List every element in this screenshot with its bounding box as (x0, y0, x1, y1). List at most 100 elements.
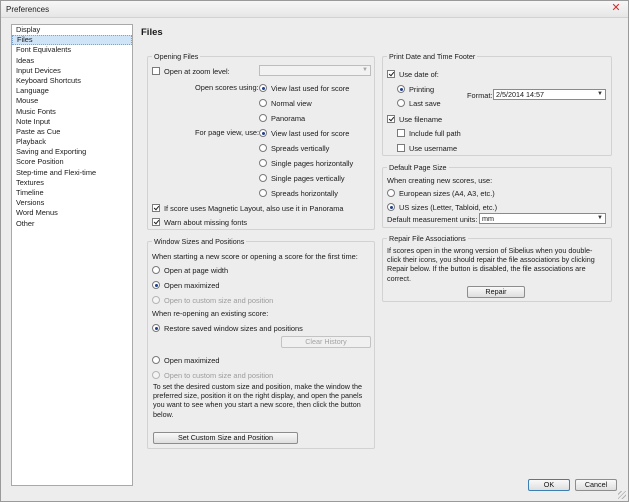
for-page-view-label: For page view, use: (195, 128, 260, 137)
check-icon[interactable] (387, 115, 395, 124)
new-score-heading: When starting a new score or opening a s… (152, 252, 358, 261)
new-score-option-0[interactable]: Open at page width (152, 265, 228, 275)
magnetic-layout-checkbox[interactable]: If score uses Magnetic Layout, also use … (152, 203, 344, 213)
radio-icon[interactable] (259, 84, 267, 93)
check-icon[interactable] (397, 129, 405, 138)
page-size-option-us[interactable]: US sizes (Letter, Tabloid, etc.) (387, 202, 497, 212)
sidebar-item-language[interactable]: Language (12, 86, 132, 96)
custom-size-instructions: To set the desired custom size and posit… (153, 382, 363, 419)
radio-icon[interactable] (259, 159, 267, 168)
repair-text: If scores open in the wrong version of S… (387, 246, 595, 283)
radio-icon[interactable] (259, 99, 267, 108)
sidebar-item-files[interactable]: Files (12, 35, 132, 46)
sidebar-item-textures[interactable]: Textures (12, 178, 132, 188)
radio-icon[interactable] (152, 356, 160, 365)
sidebar-item-step-time-and-flexi-time[interactable]: Step-time and Flexi-time (12, 168, 132, 178)
sidebar-item-timeline[interactable]: Timeline (12, 188, 132, 198)
radio-icon[interactable] (152, 324, 160, 333)
clear-history-button[interactable]: Clear History (281, 336, 371, 348)
open-scores-option-0[interactable]: View last used for score (259, 83, 349, 93)
sidebar-item-input-devices[interactable]: Input Devices (12, 66, 132, 76)
check-icon[interactable] (387, 70, 395, 79)
page-view-option-2[interactable]: Single pages horizontally (259, 158, 353, 168)
cancel-button[interactable]: Cancel (575, 479, 617, 491)
radio-icon[interactable] (259, 144, 267, 153)
sidebar-item-paste-as-cue[interactable]: Paste as Cue (12, 127, 132, 137)
reopen-option-1[interactable]: Open maximized (152, 355, 219, 365)
page-view-option-4[interactable]: Spreads horizontally (259, 188, 338, 198)
units-dropdown[interactable]: mm ▼ (479, 213, 606, 224)
chevron-down-icon: ▼ (362, 67, 368, 73)
check-icon[interactable] (152, 218, 160, 227)
radio-icon[interactable] (387, 189, 395, 198)
open-at-zoom-checkbox[interactable]: Open at zoom level: (152, 66, 230, 76)
repair-legend: Repair File Associations (387, 234, 468, 243)
new-score-option-1[interactable]: Open maximized (152, 280, 219, 290)
reopen-heading: When re-opening an existing score: (152, 309, 269, 318)
sidebar-item-display[interactable]: Display (12, 25, 132, 35)
sidebar-item-saving-and-exporting[interactable]: Saving and Exporting (12, 147, 132, 157)
sidebar-item-score-position[interactable]: Score Position (12, 157, 132, 167)
sidebar-item-versions[interactable]: Versions (12, 198, 132, 208)
radio-icon[interactable] (152, 281, 160, 290)
window-sizes-legend: Window Sizes and Positions (152, 237, 247, 246)
include-full-path-checkbox[interactable]: Include full path (397, 128, 461, 138)
sidebar-item-playback[interactable]: Playback (12, 137, 132, 147)
sidebar-item-word-menus[interactable]: Word Menus (12, 208, 132, 218)
page-view-option-0[interactable]: View last used for score (259, 128, 349, 138)
title-bar: Preferences ✕ (1, 1, 628, 18)
format-dropdown[interactable]: 2/5/2014 14:57 ▼ (493, 89, 606, 100)
date-option-last-save[interactable]: Last save (397, 98, 441, 108)
reopen-option-2[interactable]: Open to custom size and position (152, 370, 273, 380)
format-label: Format: (467, 91, 493, 100)
ok-button[interactable]: OK (528, 479, 570, 491)
set-custom-size-button[interactable]: Set Custom Size and Position (153, 432, 298, 444)
sidebar-item-note-input[interactable]: Note Input (12, 117, 132, 127)
units-label: Default measurement units: (387, 215, 478, 224)
page-size-option-european[interactable]: European sizes (A4, A3, etc.) (387, 188, 495, 198)
open-scores-using-label: Open scores using: (195, 83, 259, 92)
radio-icon[interactable] (259, 114, 267, 123)
date-option-printing[interactable]: Printing (397, 84, 434, 94)
print-footer-legend: Print Date and Time Footer (387, 52, 478, 61)
radio-icon[interactable] (152, 266, 160, 275)
open-scores-option-2[interactable]: Panorama (259, 113, 305, 123)
radio-icon[interactable] (259, 129, 267, 138)
use-date-of-checkbox[interactable]: Use date of: (387, 69, 439, 79)
zoom-level-dropdown[interactable]: ▼ (259, 65, 371, 76)
sidebar-item-keyboard-shortcuts[interactable]: Keyboard Shortcuts (12, 76, 132, 86)
category-list[interactable]: Display Files Font Equivalents Ideas Input D… (11, 24, 133, 486)
page-view-option-1[interactable]: Spreads vertically (259, 143, 329, 153)
sidebar-item-ideas[interactable]: Ideas (12, 56, 132, 66)
radio-icon[interactable] (152, 371, 160, 380)
open-at-zoom-check[interactable] (152, 67, 160, 76)
radio-icon[interactable] (259, 189, 267, 198)
resize-grip-icon[interactable] (618, 491, 626, 499)
radio-icon[interactable] (152, 296, 160, 305)
radio-icon[interactable] (397, 85, 405, 94)
page-size-heading: When creating new scores, use: (387, 176, 493, 185)
radio-icon[interactable] (259, 174, 267, 183)
sidebar-item-font-equivalents[interactable]: Font Equivalents (12, 45, 132, 55)
use-username-checkbox[interactable]: Use username (397, 143, 457, 153)
page-title: Files (141, 27, 163, 38)
opening-files-legend: Opening Files (152, 52, 201, 61)
radio-icon[interactable] (397, 99, 405, 108)
check-icon[interactable] (397, 144, 405, 153)
sidebar-item-other[interactable]: Other (12, 219, 132, 229)
sidebar-item-music-fonts[interactable]: Music Fonts (12, 107, 132, 117)
chevron-down-icon: ▼ (597, 91, 603, 97)
reopen-option-0[interactable]: Restore saved window sizes and positions (152, 323, 303, 333)
units-value: mm (482, 214, 494, 223)
repair-button[interactable]: Repair (467, 286, 525, 298)
warn-missing-fonts-checkbox[interactable]: Warn about missing fonts (152, 217, 247, 227)
radio-icon[interactable] (387, 203, 395, 212)
page-view-option-3[interactable]: Single pages vertically (259, 173, 345, 183)
use-filename-checkbox[interactable]: Use filename (387, 114, 442, 124)
close-icon[interactable]: ✕ (608, 2, 624, 15)
open-scores-option-1[interactable]: Normal view (259, 98, 312, 108)
sidebar-item-mouse[interactable]: Mouse (12, 96, 132, 106)
new-score-option-2[interactable]: Open to custom size and position (152, 295, 273, 305)
chevron-down-icon: ▼ (597, 215, 603, 221)
check-icon[interactable] (152, 204, 160, 213)
